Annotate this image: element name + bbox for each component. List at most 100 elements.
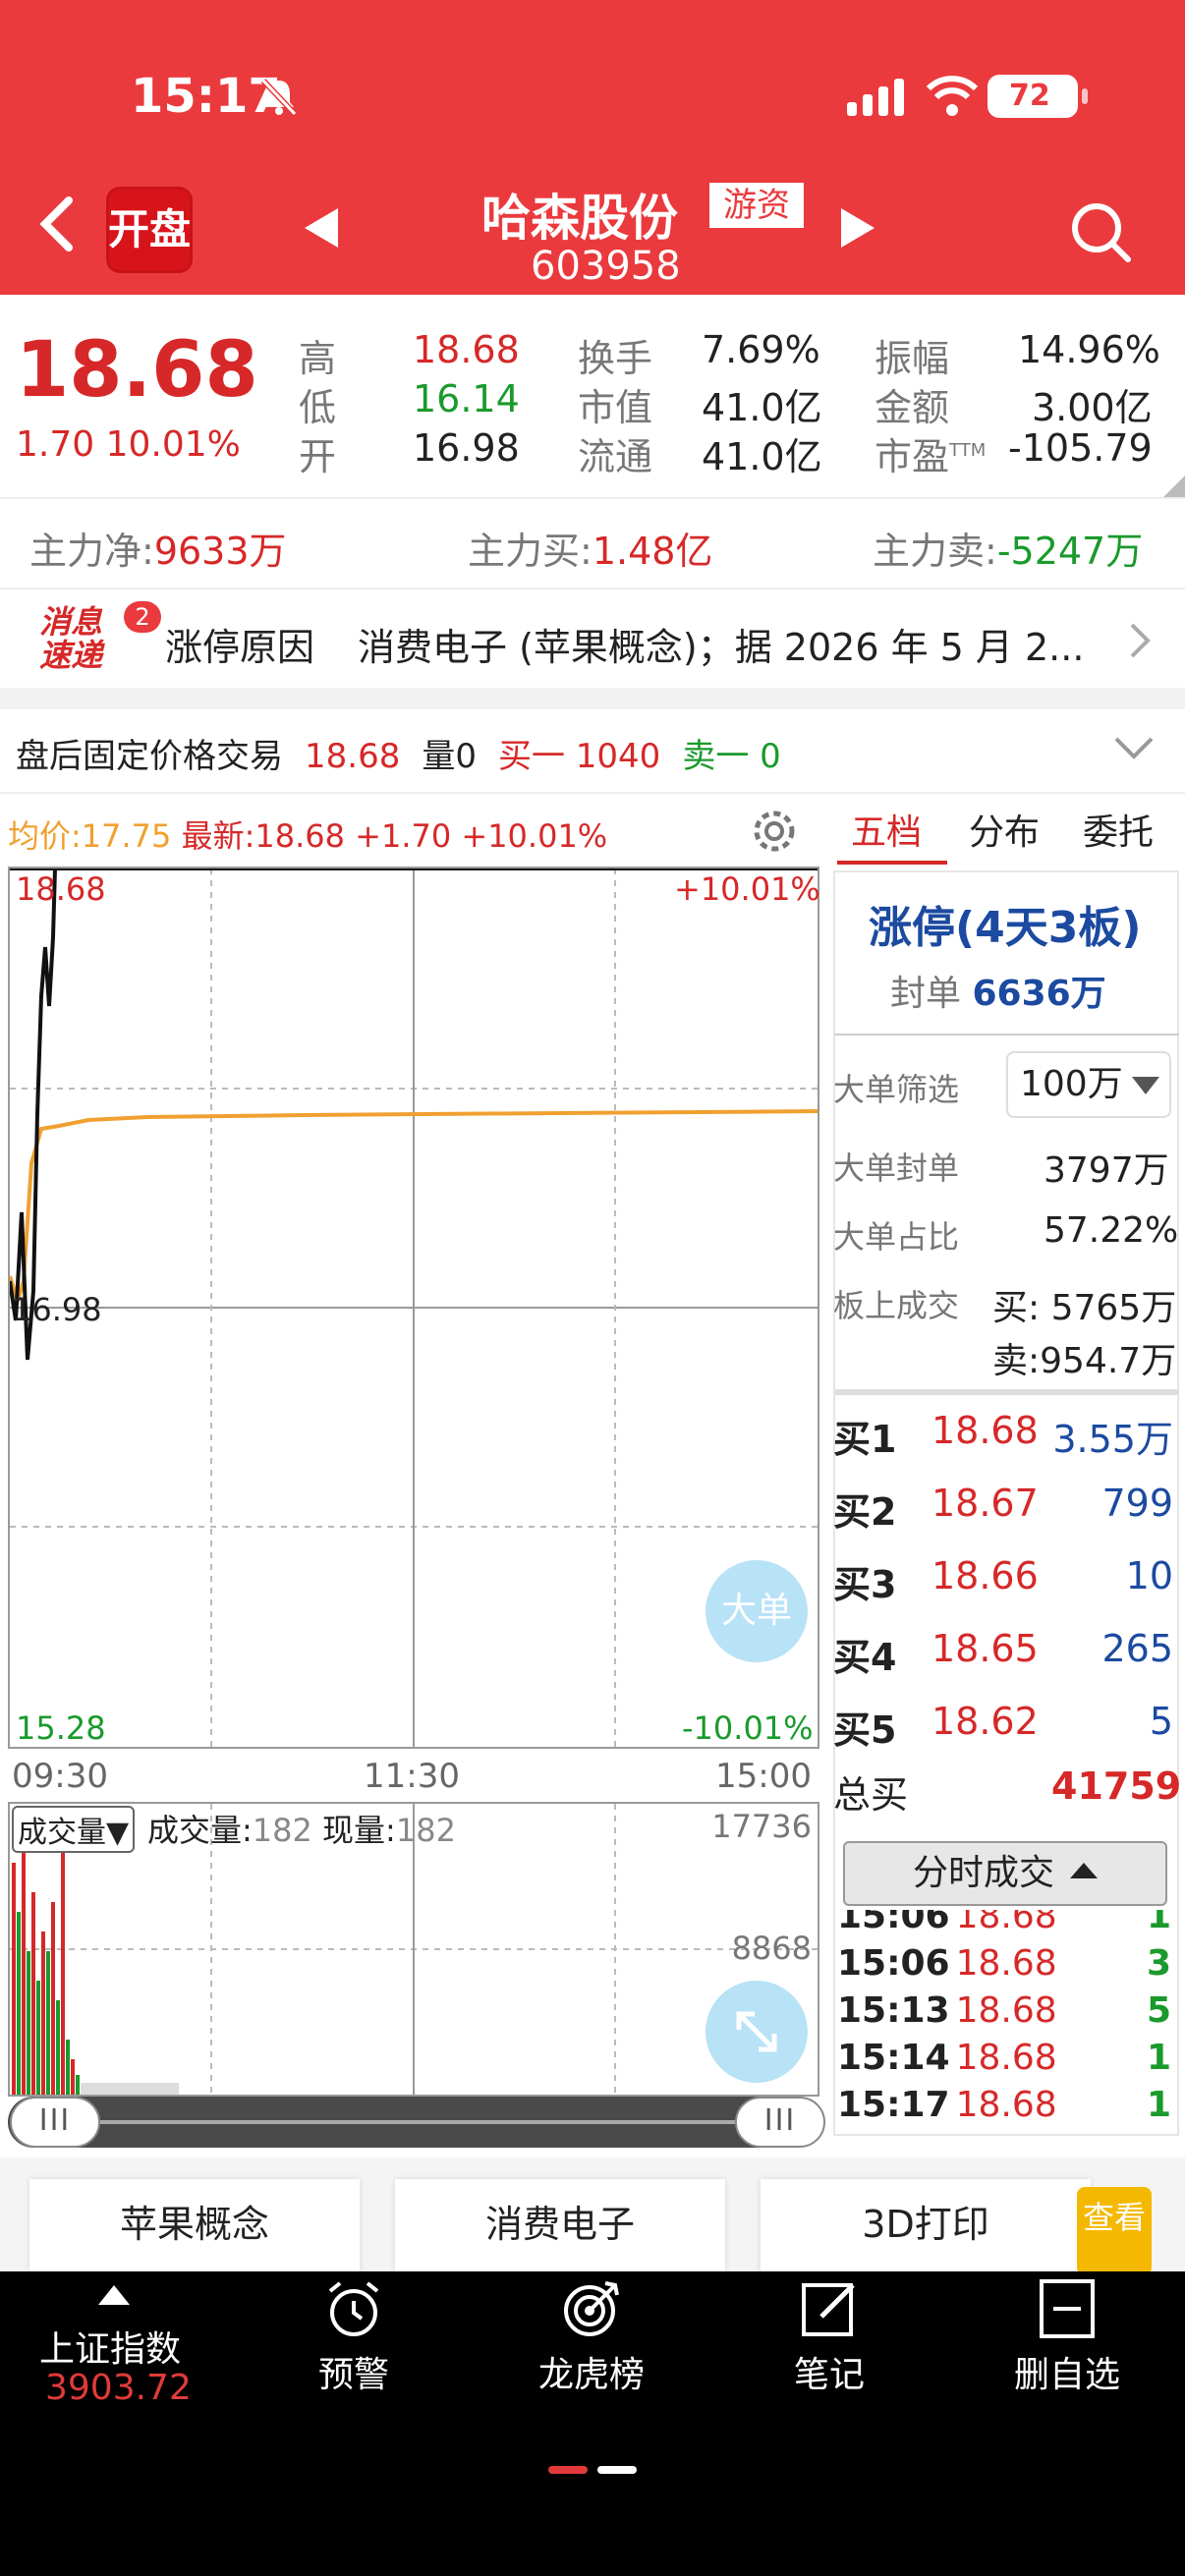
big-ratio-label: 大单占比	[833, 1218, 960, 1256]
tab-five-levels[interactable]: 五档	[851, 804, 922, 855]
volume-readout: 成交量:182 现量:182	[147, 1812, 456, 1849]
nav-dragon-tiger[interactable]: 龙虎榜	[503, 2277, 680, 2397]
board-trade-label: 板上成交	[833, 1287, 960, 1324]
signal-icon	[847, 79, 904, 116]
page-dot-active	[548, 2466, 588, 2474]
minus-box-icon	[1040, 2279, 1095, 2338]
divider	[0, 588, 1185, 589]
main-net-flow: 主力净:9633万	[29, 530, 287, 573]
filter-label: 大单筛选	[833, 1071, 960, 1108]
next-stock-arrow-icon[interactable]	[841, 208, 875, 248]
nav-alert-label: 预警	[317, 2355, 389, 2395]
edit-note-icon	[802, 2283, 855, 2336]
prev-stock-arrow-icon[interactable]	[305, 208, 338, 248]
tick-row: 15:14 18.68 1	[837, 2038, 1171, 2078]
stock-tag[interactable]: 游资	[709, 183, 804, 228]
chart-legend: 均价:17.75 最新:18.68 +1.70 +10.01%	[8, 812, 607, 857]
tick-row: 15:13 18.68 5	[837, 1990, 1171, 2031]
tick-row: 15:17 18.68 1	[837, 2085, 1171, 2125]
x-axis-time-mid: 11:30	[364, 1757, 460, 1796]
volume-bars	[12, 1823, 179, 2095]
bid-level-row: 买1 18.68 3.55万	[833, 1409, 1173, 1461]
view-more-button[interactable]: 查看	[1077, 2187, 1152, 2275]
intraday-chart[interactable]	[8, 867, 819, 1749]
big-seal-label: 大单封单	[833, 1149, 960, 1187]
top-header: 15:17 72 开盘 哈森股份 游资 603958	[0, 0, 1185, 295]
ttm-superscript: TTM	[949, 440, 987, 461]
seal-order: 封单 6636万	[890, 974, 1106, 1014]
divider	[835, 1034, 1179, 1036]
scroller-left-handle[interactable]: III	[10, 2097, 100, 2148]
news-text[interactable]: 消费电子 (苹果概念)；据 2026 年 5 月 2...	[358, 617, 1104, 671]
y-axis-bottom-pct: -10.01%	[682, 1709, 814, 1747]
search-icon[interactable]	[1069, 200, 1132, 263]
y-axis-bottom-price: 15.28	[16, 1709, 106, 1747]
tab-orders[interactable]: 委托	[1083, 804, 1154, 855]
page-dot	[597, 2466, 637, 2474]
float-cap-value: 41.0亿	[702, 435, 822, 478]
nav-notes-label: 笔记	[793, 2355, 865, 2395]
after-hours-label: 盘后固定价格交易	[16, 737, 283, 776]
concept-tag[interactable]: 消费电子	[395, 2179, 725, 2273]
big-seal-value: 3797万	[1044, 1150, 1169, 1191]
open-value: 16.98	[413, 426, 520, 470]
concept-tag[interactable]: 3D打印	[761, 2179, 1091, 2273]
news-count-badge: 2	[124, 601, 161, 633]
index-value: 3903.72	[45, 2368, 192, 2408]
amount-label: 金额	[875, 386, 950, 429]
y-axis-mid-price: 16.98	[12, 1291, 102, 1328]
chevron-right-icon[interactable]	[1128, 621, 1152, 660]
chevron-down-icon[interactable]	[1112, 735, 1156, 762]
low-value: 16.14	[413, 377, 520, 420]
nav-remove-watchlist[interactable]: 删自选	[979, 2277, 1156, 2397]
back-arrow-icon[interactable]	[37, 196, 77, 252]
board-trade-sell: 卖:954.7万	[992, 1341, 1177, 1381]
concept-tag[interactable]: 苹果概念	[29, 2179, 360, 2273]
news-title[interactable]: 涨停原因	[165, 617, 314, 671]
float-cap-label: 流通	[578, 435, 653, 478]
wifi-icon	[927, 76, 978, 116]
nav-alert[interactable]: 预警	[265, 2277, 442, 2397]
amount-value: 3.00亿	[1032, 386, 1153, 429]
tick-trades-button[interactable]: 分时成交	[843, 1841, 1167, 1906]
open-label: 开	[299, 435, 337, 478]
expand-up-icon[interactable]	[98, 2285, 130, 2305]
limit-up-status: 涨停(4天3板)	[869, 903, 1142, 953]
tab-distribution[interactable]: 分布	[969, 804, 1040, 855]
main-sell-flow: 主力卖:-5247万	[873, 530, 1144, 573]
bell-muted-icon	[260, 78, 298, 117]
expand-icon	[736, 2011, 777, 2052]
amplitude-value: 14.96%	[1018, 328, 1160, 371]
tick-list[interactable]: 15:06 18.68 1 15:06 18.68 3 15:13 18.68 5 15:1…	[835, 1910, 1177, 2136]
bid-level-row: 买2 18.67 799	[833, 1482, 1173, 1534]
bid-level-row: 买3 18.66 10	[833, 1554, 1173, 1606]
index-name[interactable]: 上证指数	[39, 2321, 181, 2372]
nav-notes[interactable]: 笔记	[741, 2277, 918, 2397]
volume-indicator-select[interactable]: 成交量▼	[12, 1806, 136, 1853]
expand-corner-icon[interactable]	[1161, 476, 1185, 499]
chart-range-scroller[interactable]	[8, 2097, 819, 2148]
target-icon	[564, 2281, 619, 2336]
divider	[0, 792, 1185, 794]
stock-name: 哈森股份	[481, 190, 678, 247]
y-axis-top-price: 18.68	[16, 870, 106, 908]
big-order-filter-select[interactable]: 100万	[1006, 1051, 1171, 1118]
after-hours-volume: 量0	[422, 737, 477, 776]
kaipan-button[interactable]: 开盘	[106, 187, 193, 273]
stock-code: 603958	[531, 244, 681, 289]
fullscreen-expand-button[interactable]	[705, 1981, 808, 2083]
low-label: 低	[299, 386, 337, 429]
gear-icon[interactable]	[747, 804, 802, 859]
market-cap-value: 41.0亿	[702, 386, 822, 429]
board-trade-buy: 买: 5765万	[992, 1288, 1177, 1328]
nav-dragon-label: 龙虎榜	[537, 2355, 645, 2395]
tick-row: 15:06 18.68 3	[837, 1943, 1171, 1984]
bid-level-row: 买5 18.62 5	[833, 1700, 1173, 1752]
big-order-button[interactable]: 大单	[705, 1560, 808, 1662]
scroller-right-handle[interactable]: III	[735, 2097, 825, 2148]
after-hours-trading[interactable]: 盘后固定价格交易 18.68 量0 买一 1040 卖一 0	[16, 729, 803, 777]
divider	[0, 497, 1185, 499]
volume-max: 17736	[711, 1808, 812, 1845]
main-buy-flow: 主力买:1.48亿	[468, 530, 713, 573]
active-tab-indicator	[837, 861, 947, 865]
